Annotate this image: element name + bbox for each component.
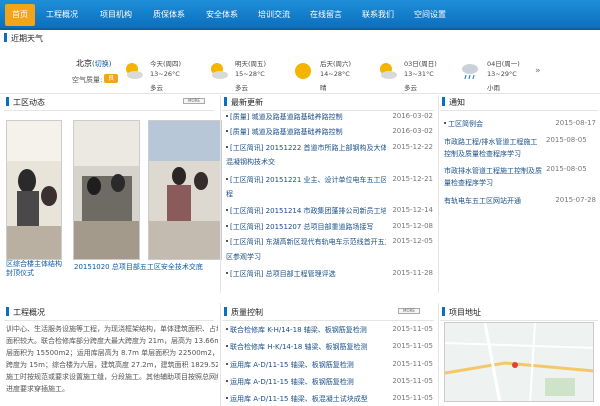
list-item[interactable]: [工区简讯] 20151214 市政集团蓬排公司新员工培训会议2015-12-1… [223,206,433,220]
list-item[interactable]: [工区简讯] 20151207 总项目部重道路场接写 2015-12-08 [223,222,433,236]
weather-day-desc: 多云 [150,84,163,92]
list-item-cont[interactable]: 区参观学习 [223,252,433,266]
weather-day-temp: 13~31°C [404,70,434,78]
list-item[interactable]: 运用库 A-D/11-15 轴梁、板混凝土试块成型 2015-11-05 [223,394,433,406]
nav-online-message[interactable]: 在线留言 [310,9,342,20]
divider [4,320,214,321]
partly-cloudy-icon [126,63,143,79]
weather-day-desc: 小雨 [487,84,500,92]
list-item[interactable]: 联合检修库 H-K/14-18 轴梁、板钢筋复检测 2015-11-05 [223,342,433,356]
list-item[interactable]: 工区简例会 2015-08-17 [444,119,596,129]
list-item[interactable]: [工区简讯] 20151222 首道市所路上部钢构及大体积混凝土2015-12-… [223,143,433,157]
aqi-badge: 良 [104,74,118,83]
divider [440,110,598,111]
partly-cloudy-icon [380,63,397,79]
work-dynamics-more-button[interactable]: MORE [183,98,205,104]
weather-day-desc: 多云 [404,84,417,92]
list-item[interactable]: [质量] 城道及路基道路基础养路控制 2016-03-02 [223,112,433,126]
divider [222,320,434,321]
sunny-icon [295,63,311,79]
weather-day-temp: 13~26°C [150,70,180,78]
quality-more-button[interactable]: MORE [398,308,420,314]
list-item[interactable]: 市政排水管道工程施工控制及质量检查程序学习 [444,165,544,189]
city-name[interactable]: 北京(切换) [76,58,111,69]
latest-title: 最新更新 [224,97,263,108]
weather-day-label: 明天(周五) [235,60,267,68]
divider [220,303,221,406]
map-graphic [445,323,593,401]
overview-text: 训中心、生活服务设施等工程，为现浇框架结构，单体建筑面积、占地 面积较大。联合检… [6,325,218,393]
project-site-title: 项目地址 [442,307,481,318]
list-item[interactable]: [工区简讯] 东湖高新区现代有轨电车示范线首开五工 2015-12-05 [223,237,433,251]
weather-day-temp: 15~28°C [235,70,265,78]
nav-organization[interactable]: 项目机构 [100,9,132,20]
weather-day-temp: 14~28°C [320,70,350,78]
list-item[interactable]: 运用库 A-D/11-15 轴梁、板钢筋复检测 2015-11-05 [223,377,433,391]
divider [440,320,598,321]
list-item-cont[interactable]: 程 [223,189,433,203]
quality-title: 质量控制 [224,307,263,318]
nav-training[interactable]: 培训交流 [258,9,290,20]
list-item[interactable]: [质量] 城道及路基道路基础养路控制 2016-03-02 [223,127,433,141]
weather-day-desc: 多云 [235,84,248,92]
nav-home[interactable]: 首页 [5,4,35,26]
work-photo-2[interactable] [73,120,140,260]
list-item-date: 2015-08-05 [546,165,587,173]
overview-title: 工程概况 [6,307,45,318]
nav-project-overview[interactable]: 工程概况 [46,9,78,20]
weather-day-label: 04日(周一) [487,60,520,68]
nav-space-settings[interactable]: 空间设置 [414,9,446,20]
photo-caption-2[interactable]: 20151020 总项目部五工区安全技术交底 [74,262,222,272]
work-dynamics-title: 工区动态 [6,97,45,108]
photo-caption-1[interactable]: 区综合楼主体结构封顶仪式 [6,260,62,278]
aqi-label: 空气质量: [72,76,103,84]
list-item[interactable]: 市政路工程/排水管道工程施工控制及质量检查程序学习 [444,136,544,160]
divider [438,303,439,406]
weather-day-desc: 晴 [320,84,327,92]
partly-cloudy-icon [211,63,228,79]
top-nav: 首页 工程概况 项目机构 质保体系 安全体系 培训交流 在线留言 联系我们 空间… [0,0,600,30]
work-photo-3[interactable] [148,120,222,260]
nav-quality-system[interactable]: 质保体系 [153,9,185,20]
weather-day-label: 03日(周日) [404,60,437,68]
weather-day-label: 今天(周四) [150,60,182,68]
list-item[interactable]: [工区简讯] 20151221 业主、设计单位电车五工区技术冒2015-12-2… [223,175,433,189]
weather-title: 近期天气 [4,33,43,44]
divider [4,110,214,111]
chevron-right-icon[interactable]: » [535,66,541,76]
divider [222,110,434,111]
meeting-photo [7,121,61,259]
list-item-cont[interactable]: 混凝钢构技术交 [223,157,433,171]
list-item[interactable]: 有轨电车五工区网站开通 2015-07-28 [444,196,596,206]
meeting-photo [74,121,139,259]
list-item-date: 2015-08-05 [546,136,587,144]
rain-icon [462,64,478,80]
list-item[interactable]: 运用库 A-D/11-15 轴梁、板钢筋复检测 2015-11-05 [223,360,433,374]
work-photo-1[interactable] [6,120,62,260]
divider [220,95,221,293]
divider [438,95,439,293]
notice-title: 通知 [442,97,465,108]
list-item[interactable]: [工区简讯] 总项目部工程管理评选 2015-11-28 [223,269,433,283]
meeting-photo [149,121,221,259]
weather-day-label: 后天(周六) [320,60,352,68]
weather-day-temp: 13~29°C [487,70,517,78]
nav-safety-system[interactable]: 安全体系 [206,9,238,20]
nav-contact[interactable]: 联系我们 [362,9,394,20]
location-map[interactable] [444,322,594,402]
list-item[interactable]: 联合检修库 K-H/14-18 轴梁、板钢筋复检测 2015-11-05 [223,325,433,339]
